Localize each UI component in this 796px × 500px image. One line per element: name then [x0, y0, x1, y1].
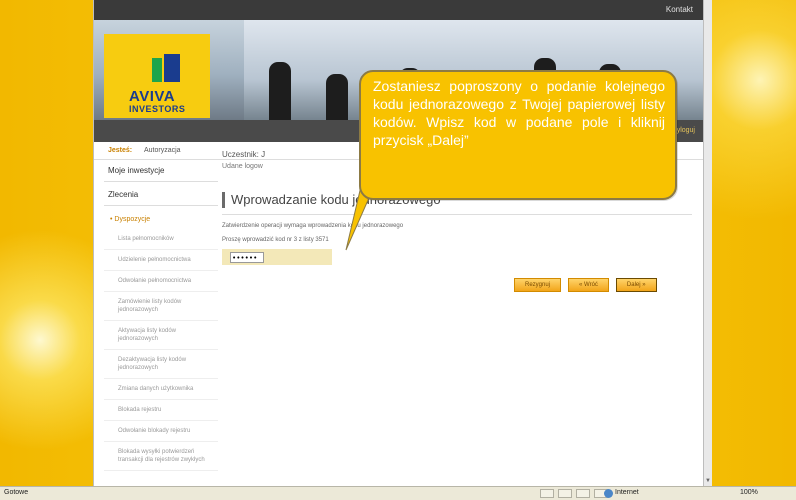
- photo-figure: [269, 62, 291, 120]
- sidebar-heading-orders[interactable]: Zlecenia: [104, 182, 218, 206]
- sidebar-item[interactable]: Zmiana danych użytkownika: [104, 379, 218, 400]
- logo-mark-icon: [152, 54, 186, 84]
- photo-figure: [326, 74, 348, 120]
- cancel-button[interactable]: Rezygnuj: [514, 278, 562, 292]
- authorization-note: Zatwierdzenie operacji wymaga wprowadzen…: [222, 223, 404, 229]
- breadcrumb-value: Autoryzacja: [144, 147, 181, 154]
- globe-icon: [604, 489, 613, 498]
- status-bar: Gotowe Internet 100%: [0, 486, 796, 500]
- top-bar: Kontakt: [94, 0, 703, 20]
- sidebar-item[interactable]: Blokada wysyłki potwierdzeń transakcji d…: [104, 442, 218, 471]
- logo-text: AVIVA: [129, 88, 176, 105]
- code-prompt: Proszę wprowadzić kod nr 3 z listy 3571: [222, 237, 329, 243]
- sidebar-item[interactable]: Blokada rejestru: [104, 400, 218, 421]
- vertical-scrollbar[interactable]: ▼: [704, 0, 712, 486]
- sidebar-item[interactable]: Aktywacja listy kodów jednorazowych: [104, 321, 218, 350]
- sidebar-item[interactable]: Zamówienie listy kodów jednorazowych: [104, 292, 218, 321]
- security-zone: Internet: [615, 489, 639, 496]
- aviva-logo: AVIVA INVESTORS: [104, 34, 210, 118]
- breadcrumb-label: Jesteś:: [108, 147, 133, 154]
- action-buttons: Rezygnuj « Wróć Dalej »: [514, 278, 657, 292]
- sidebar-item[interactable]: Odwołanie blokady rejestru: [104, 421, 218, 442]
- zoom-level[interactable]: 100%: [740, 489, 758, 496]
- tutorial-callout: Zostaniesz poproszony o podanie kolejneg…: [359, 70, 677, 200]
- status-panes: [540, 489, 608, 498]
- sidebar-item[interactable]: Odwołanie pełnomocnictwa: [104, 271, 218, 292]
- sidebar: Moje inwestycje Zlecenia • Dyspozycje Li…: [104, 158, 218, 471]
- next-button[interactable]: Dalej »: [615, 278, 657, 292]
- divider: [222, 214, 692, 215]
- sidebar-subheading-instructions[interactable]: • Dyspozycje: [104, 206, 218, 229]
- one-time-code-input[interactable]: [230, 252, 264, 263]
- back-button[interactable]: « Wróć: [568, 278, 609, 292]
- browser-content: Kontakt AVIVA INVESTORS Wyloguj Jesteś: …: [93, 0, 704, 486]
- scroll-down-icon[interactable]: ▼: [705, 478, 711, 484]
- logo-subtext: INVESTORS: [129, 104, 186, 114]
- sidebar-heading-investments[interactable]: Moje inwestycje: [104, 158, 218, 182]
- contact-link[interactable]: Kontakt: [666, 5, 693, 14]
- code-field-highlight: [222, 249, 332, 265]
- status-text: Gotowe: [4, 489, 29, 496]
- sidebar-item[interactable]: Udzielenie pełnomocnictwa: [104, 250, 218, 271]
- sidebar-item[interactable]: Lista pełnomocników: [104, 229, 218, 250]
- sidebar-item[interactable]: Dezaktywacja listy kodów jednorazowych: [104, 350, 218, 379]
